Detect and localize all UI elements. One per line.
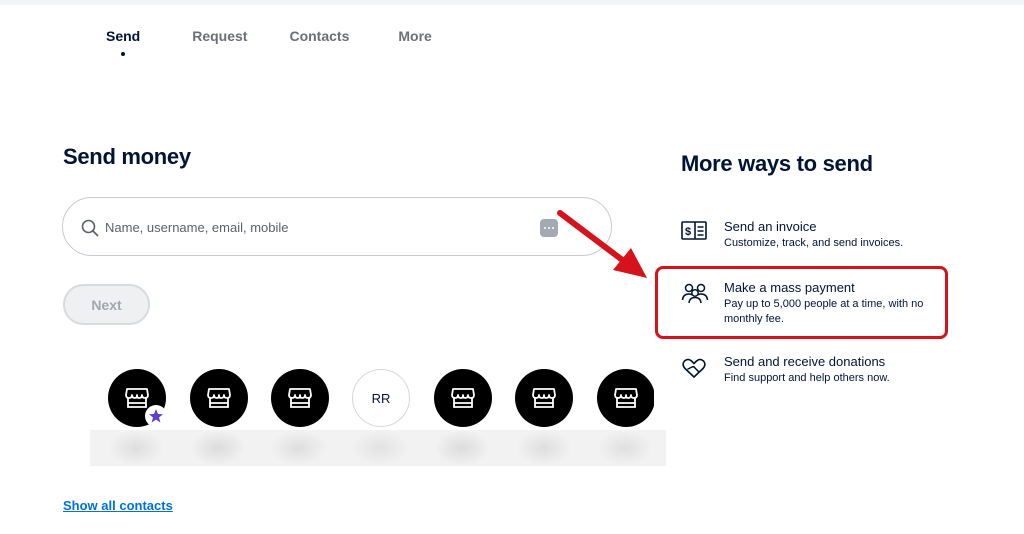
contact-avatar[interactable] <box>190 369 248 427</box>
star-icon <box>149 409 163 423</box>
tab-more-label: More <box>398 28 432 44</box>
store-icon <box>614 388 638 408</box>
store-icon <box>288 388 312 408</box>
top-strip <box>0 0 1024 5</box>
send-money-title: Send money <box>63 144 191 169</box>
contacts-carousel: RR <box>108 369 654 429</box>
contact-avatar[interactable] <box>434 369 492 427</box>
tab-contacts-label: Contacts <box>289 28 350 44</box>
contact-avatar[interactable] <box>271 369 329 427</box>
store-icon <box>451 388 475 408</box>
contact-avatar[interactable]: RR <box>352 369 410 427</box>
donations-title: Send and receive donations <box>724 354 886 369</box>
next-button[interactable]: Next <box>63 284 150 325</box>
store-icon <box>125 388 149 408</box>
donations-option[interactable]: Send and receive donations Find support … <box>681 354 941 390</box>
tab-send[interactable]: Send <box>106 28 141 56</box>
recipient-search-box[interactable] <box>62 197 612 256</box>
invoice-icon: $ <box>681 221 707 240</box>
contact-avatar[interactable] <box>597 369 654 427</box>
contact-avatar[interactable] <box>108 369 167 427</box>
tab-request[interactable]: Request <box>192 28 247 44</box>
store-icon <box>207 388 231 408</box>
active-tab-indicator <box>121 52 126 56</box>
send-invoice-option[interactable]: $ Send an invoice Customize, track, and … <box>681 219 941 255</box>
contact-initials: RR <box>371 391 391 406</box>
more-ways-title: More ways to send <box>681 151 873 176</box>
blurred-contact-names <box>90 430 666 466</box>
tab-request-label: Request <box>192 28 248 44</box>
annotation-arrow-icon <box>557 210 647 278</box>
contact-avatar[interactable] <box>515 369 573 427</box>
recipient-search-input[interactable] <box>105 216 525 238</box>
show-all-contacts-link[interactable]: Show all contacts <box>63 498 173 513</box>
tab-more[interactable]: More <box>398 28 431 44</box>
main-nav: Send Request Contacts More <box>106 28 432 56</box>
donations-desc: Find support and help others now. <box>724 372 890 384</box>
send-invoice-desc: Customize, track, and send invoices. <box>724 237 904 249</box>
favorite-badge <box>145 405 167 427</box>
heart-hands-icon <box>682 358 706 378</box>
svg-text:$: $ <box>685 226 691 238</box>
send-invoice-title: Send an invoice <box>724 219 817 234</box>
search-icon <box>81 219 99 237</box>
store-icon <box>532 388 556 408</box>
annotation-highlight-box <box>655 266 948 339</box>
tab-send-label: Send <box>106 28 141 44</box>
tab-contacts[interactable]: Contacts <box>289 28 349 44</box>
